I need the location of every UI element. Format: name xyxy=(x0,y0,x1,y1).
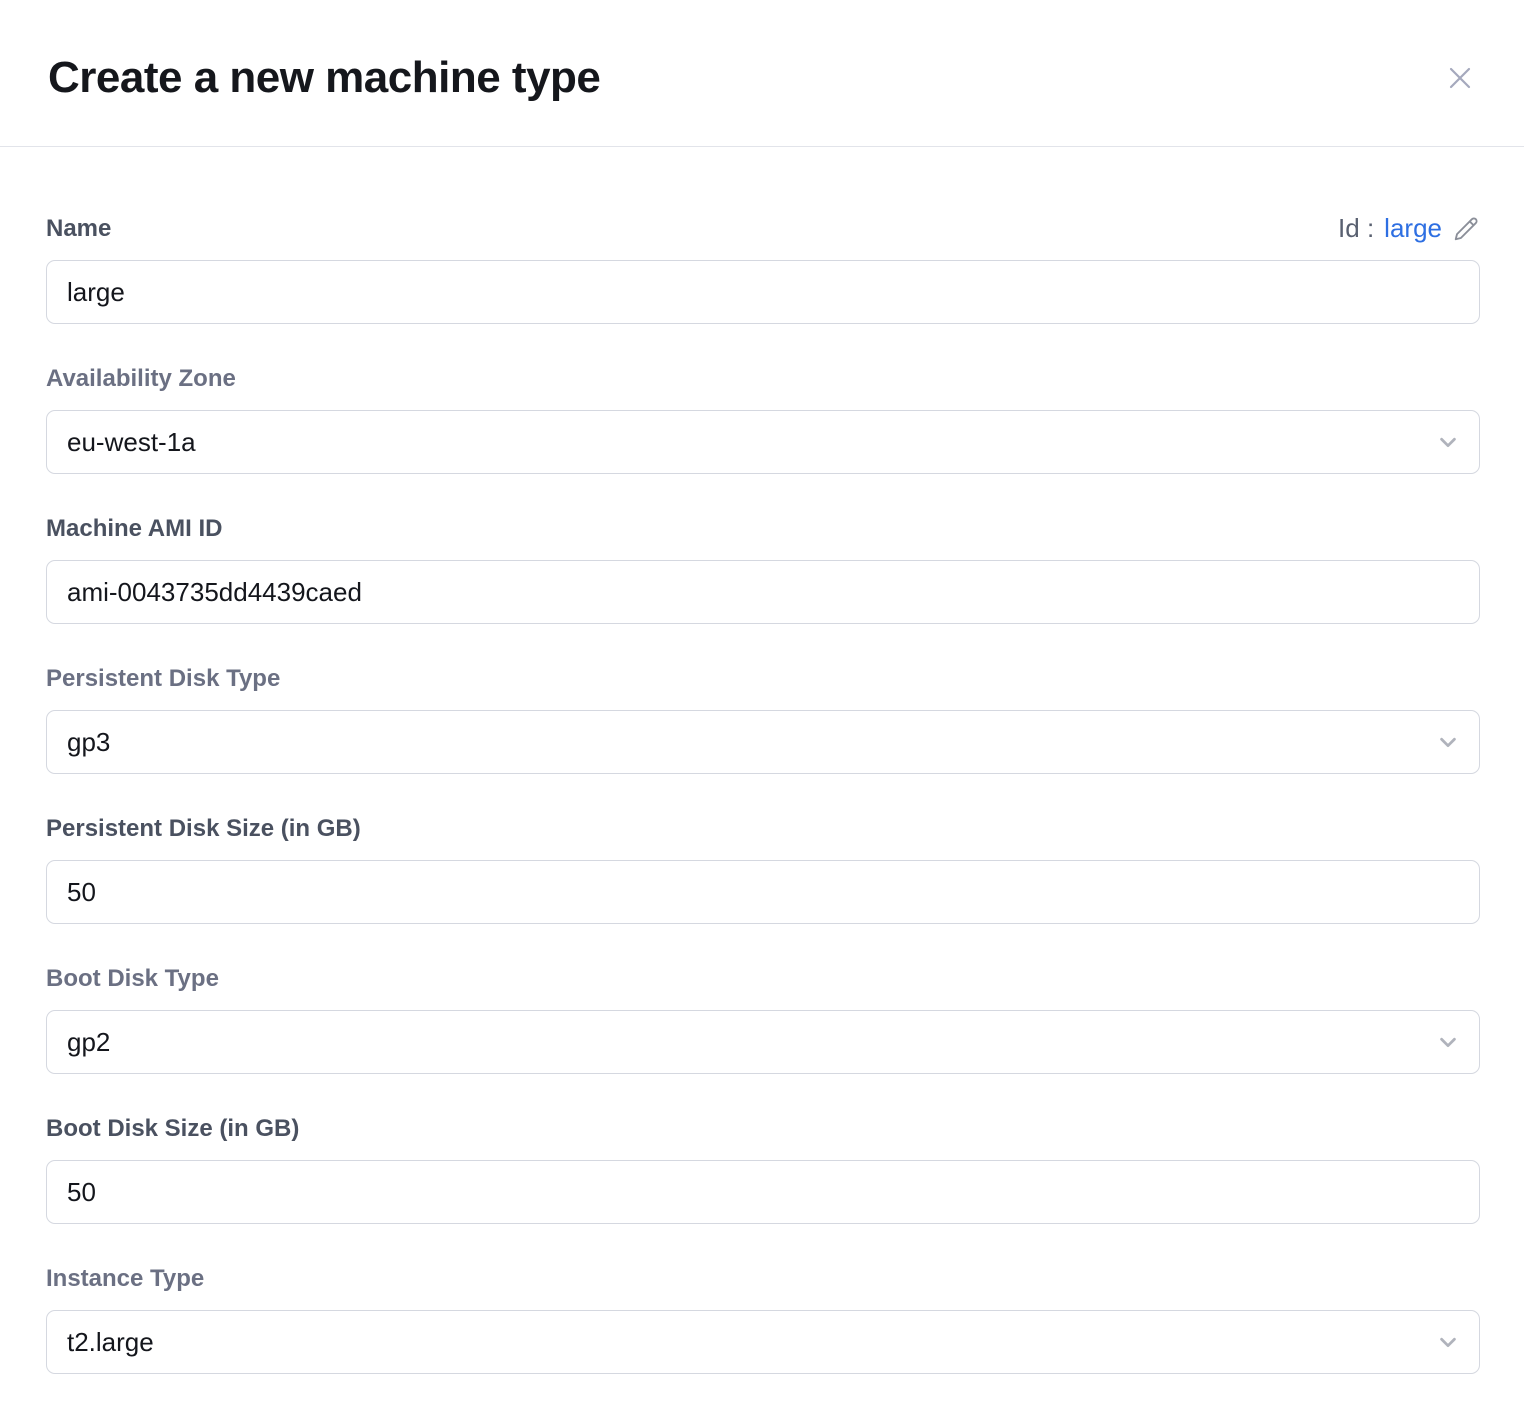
availability-zone-value: eu-west-1a xyxy=(67,427,196,458)
id-value: large xyxy=(1384,213,1442,244)
pencil-icon xyxy=(1452,215,1480,243)
field-machine-ami-id: Machine AMI ID xyxy=(46,514,1480,624)
close-icon xyxy=(1444,82,1476,97)
availability-zone-label: Availability Zone xyxy=(46,364,1480,394)
chevron-down-icon xyxy=(1437,1331,1459,1353)
chevron-down-icon xyxy=(1437,431,1459,453)
instance-type-label: Instance Type xyxy=(46,1264,1480,1294)
field-availability-zone: Availability Zone eu-west-1a xyxy=(46,364,1480,474)
name-label-row: Name Id : large xyxy=(46,213,1480,244)
create-machine-type-modal: Create a new machine type Name Id : larg… xyxy=(0,0,1524,1418)
boot-disk-size-input[interactable] xyxy=(46,1160,1480,1224)
field-boot-disk-size: Boot Disk Size (in GB) xyxy=(46,1114,1480,1224)
close-button[interactable] xyxy=(1440,58,1480,98)
availability-zone-select[interactable]: eu-west-1a xyxy=(46,410,1480,474)
modal-header: Create a new machine type xyxy=(0,0,1524,147)
chevron-down-icon xyxy=(1437,1031,1459,1053)
boot-disk-type-select[interactable]: gp2 xyxy=(46,1010,1480,1074)
boot-disk-type-label: Boot Disk Type xyxy=(46,964,1480,994)
persistent-disk-type-select[interactable]: gp3 xyxy=(46,710,1480,774)
boot-disk-size-label: Boot Disk Size (in GB) xyxy=(46,1114,1480,1144)
modal-title: Create a new machine type xyxy=(48,53,600,103)
instance-type-select[interactable]: t2.large xyxy=(46,1310,1480,1374)
field-name: Name Id : large xyxy=(46,213,1480,324)
chevron-down-icon xyxy=(1437,731,1459,753)
machine-type-form: Name Id : large Availability Zone xyxy=(0,147,1524,1374)
name-label: Name xyxy=(46,214,111,244)
persistent-disk-type-label: Persistent Disk Type xyxy=(46,664,1480,694)
instance-type-value: t2.large xyxy=(67,1327,154,1358)
field-boot-disk-type: Boot Disk Type gp2 xyxy=(46,964,1480,1074)
persistent-disk-size-label: Persistent Disk Size (in GB) xyxy=(46,814,1480,844)
field-instance-type: Instance Type t2.large xyxy=(46,1264,1480,1374)
persistent-disk-size-input[interactable] xyxy=(46,860,1480,924)
id-prefix-label: Id : xyxy=(1338,213,1374,244)
machine-ami-id-input[interactable] xyxy=(46,560,1480,624)
machine-ami-id-label: Machine AMI ID xyxy=(46,514,1480,544)
field-persistent-disk-size: Persistent Disk Size (in GB) xyxy=(46,814,1480,924)
id-edit-control[interactable]: Id : large xyxy=(1338,213,1480,244)
persistent-disk-type-value: gp3 xyxy=(67,727,110,758)
name-input[interactable] xyxy=(46,260,1480,324)
boot-disk-type-value: gp2 xyxy=(67,1027,110,1058)
field-persistent-disk-type: Persistent Disk Type gp3 xyxy=(46,664,1480,774)
